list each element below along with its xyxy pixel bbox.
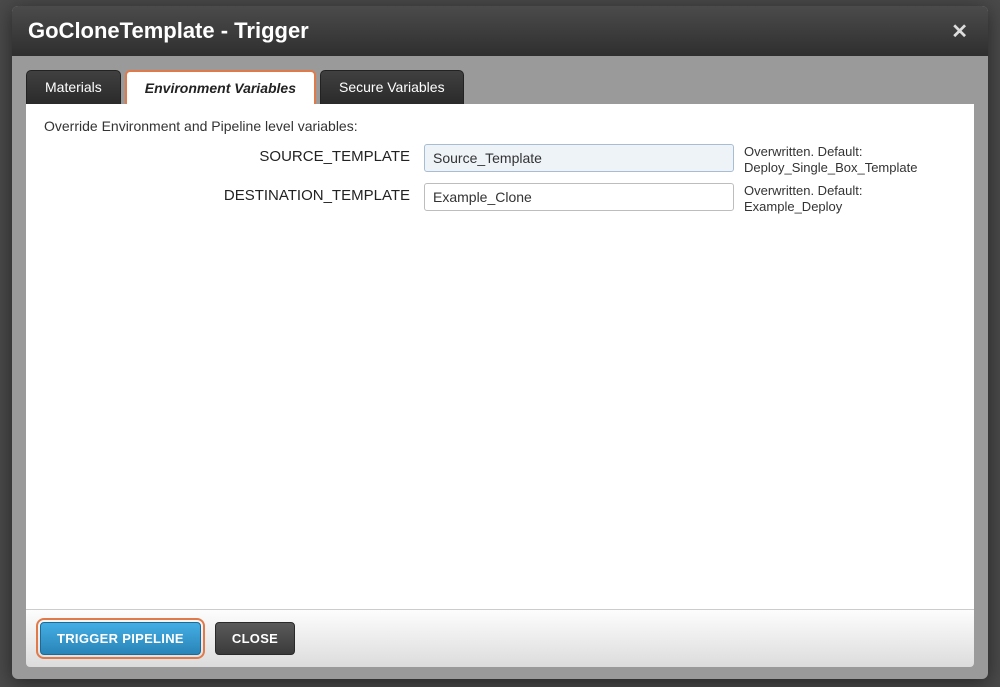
destination-template-input[interactable]: [424, 183, 734, 211]
override-description: Override Environment and Pipeline level …: [44, 118, 956, 134]
modal-footer: TRIGGER PIPELINE CLOSE: [26, 609, 974, 667]
tabs: Materials Environment Variables Secure V…: [12, 56, 988, 104]
source-template-input[interactable]: [424, 144, 734, 172]
variable-name: DESTINATION_TEMPLATE: [44, 183, 424, 204]
tab-materials[interactable]: Materials: [26, 70, 121, 104]
variable-hint: Overwritten. Default: Example_Deploy: [734, 183, 956, 216]
close-button[interactable]: CLOSE: [215, 622, 295, 655]
variable-name: SOURCE_TEMPLATE: [44, 144, 424, 165]
variable-row: SOURCE_TEMPLATE Overwritten. Default: De…: [44, 144, 956, 177]
close-icon[interactable]: ✕: [947, 19, 972, 44]
variable-input-wrap: [424, 144, 734, 172]
trigger-modal: GoCloneTemplate - Trigger ✕ Materials En…: [12, 6, 988, 679]
tab-content: Override Environment and Pipeline level …: [26, 104, 974, 609]
variable-row: DESTINATION_TEMPLATE Overwritten. Defaul…: [44, 183, 956, 216]
tab-environment-variables[interactable]: Environment Variables: [125, 70, 316, 104]
modal-header: GoCloneTemplate - Trigger ✕: [12, 6, 988, 56]
variable-input-wrap: [424, 183, 734, 211]
tab-secure-variables[interactable]: Secure Variables: [320, 70, 464, 104]
trigger-pipeline-button[interactable]: TRIGGER PIPELINE: [40, 622, 201, 655]
variable-hint: Overwritten. Default: Deploy_Single_Box_…: [734, 144, 956, 177]
modal-title: GoCloneTemplate - Trigger: [28, 18, 309, 44]
